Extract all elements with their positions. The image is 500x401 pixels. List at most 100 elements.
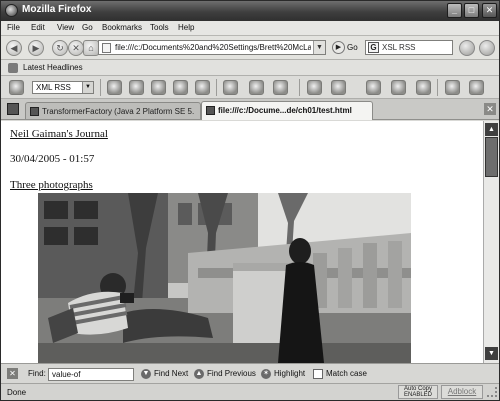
menu-edit[interactable]: Edit [31,23,45,32]
match-case-label: Match case [326,369,367,378]
gear-icon[interactable] [107,80,122,95]
find-input[interactable]: value-of [48,368,134,381]
tab-label: TransformerFactory (Java 2 Platform SE 5… [42,107,194,116]
play-icon[interactable] [416,80,431,95]
forward-icon[interactable]: ▶ [28,40,44,56]
chevron-down-icon[interactable]: ▼ [82,82,93,93]
autocopy-state: ENABLED [403,392,432,398]
info-icon[interactable] [307,80,322,95]
pill-icon[interactable] [249,80,264,95]
minimize-button[interactable]: _ [447,3,462,18]
tab-label: file:///c:/Docume...de/ch01/test.html [218,106,352,115]
browser-window: Mozilla Firefox _ □ ✕ File Edit View Go … [0,0,500,401]
resize-grip-icon[interactable] [487,387,497,397]
search-input[interactable]: G XSL RSS [365,40,453,55]
chevron-down-icon[interactable]: ▼ [313,41,325,54]
page-icon [30,107,39,116]
menu-bar: File Edit View Go Bookmarks Tools Help [1,21,499,36]
speech-bubble-icon[interactable] [173,80,188,95]
brush-icon[interactable] [445,80,460,95]
tab-transformerfactory[interactable]: TransformerFactory (Java 2 Platform SE 5… [25,102,201,119]
go-button[interactable]: ▶ Go [332,40,362,56]
new-tab-icon[interactable] [7,103,19,115]
arrow-down-icon: ▼ [141,369,151,379]
autocopy-status[interactable]: Auto Copy ENABLED [398,385,438,399]
toolbar-divider [100,79,101,96]
find-previous-button[interactable]: ▲ Find Previous [194,368,260,381]
scroll-down-icon[interactable]: ▼ [485,347,498,360]
wrench-icon[interactable] [129,80,144,95]
toolbar-divider [437,79,438,96]
find-bar: ✕ Find: value-of ▼ Find Next ▲ Find Prev… [1,363,499,383]
tab-bar: TransformerFactory (Java 2 Platform SE 5… [1,99,499,120]
close-find-icon[interactable]: ✕ [7,368,18,379]
scroll-thumb[interactable] [485,137,498,177]
close-window-button[interactable]: ✕ [482,3,497,18]
post-title-link[interactable]: Three photographs [10,179,93,191]
menu-bookmarks[interactable]: Bookmarks [102,23,142,32]
find-next-label: Find Next [154,369,189,378]
vertical-scrollbar[interactable]: ▲ ▼ [483,121,499,363]
pencil-icon[interactable] [469,80,484,95]
go-label: Go [347,43,358,52]
flower-icon[interactable] [151,80,166,95]
find-next-button[interactable]: ▼ Find Next [141,368,191,381]
latest-headlines-link[interactable]: Latest Headlines [23,63,83,72]
status-bar: Done Auto Copy ENABLED Adblock [1,383,499,400]
photograph [38,193,411,363]
toolbar-divider [299,79,300,96]
firefox-logo-icon [5,4,18,17]
highlight-label: Highlight [274,369,306,378]
home-icon[interactable]: ⌂ [83,40,99,56]
close-tab-icon[interactable]: ✕ [484,103,496,115]
format-select-value: XML RSS [36,83,71,92]
highlight-button[interactable]: ✶ Highlight [261,368,307,381]
menu-help[interactable]: Help [178,23,194,32]
find-label: Find: [28,369,46,378]
checkbox-icon[interactable] [313,369,323,379]
adblock-status[interactable]: Adblock [441,385,483,399]
search-text[interactable]: XSL RSS [382,43,416,52]
back-icon[interactable]: ◀ [6,40,22,56]
book-icon[interactable] [195,80,210,95]
url-text[interactable]: file:///c:/Documents%20and%20Settings/Br… [115,43,311,52]
post-date: 30/04/2005 - 01:57 [10,153,95,165]
arrow-up-icon: ▲ [194,369,204,379]
stop-icon[interactable]: ✕ [68,40,84,56]
address-bar[interactable]: file:///c:/Documents%20and%20Settings/Br… [98,40,326,55]
dot-icon[interactable] [223,80,238,95]
arrow-left-icon[interactable] [366,80,381,95]
scroll-up-icon[interactable]: ▲ [485,123,498,136]
match-case-checkbox[interactable]: Match case [313,368,369,381]
menu-tools[interactable]: Tools [150,23,169,32]
graduation-cap-icon[interactable] [273,80,288,95]
bookmarks-toolbar: Latest Headlines [1,60,499,76]
tab-test-html[interactable]: file:///c:/Docume...de/ch01/test.html [201,101,373,120]
menu-go[interactable]: Go [82,23,93,32]
extension-icon[interactable] [459,40,475,56]
toolbar-divider [216,79,217,96]
status-text: Done [7,388,27,397]
page-content: Neil Gaiman's Journal 30/04/2005 - 01:57… [1,121,483,363]
bubble-icon[interactable] [331,80,346,95]
menu-file[interactable]: File [7,23,20,32]
journal-link[interactable]: Neil Gaiman's Journal [10,128,108,140]
arrow-right-icon[interactable] [391,80,406,95]
rss-icon [8,63,18,73]
google-icon: G [368,42,379,53]
maximize-button[interactable]: □ [464,3,479,18]
page-icon [102,43,111,53]
page-icon [206,106,215,115]
menu-view[interactable]: View [57,23,74,32]
go-arrow-icon: ▶ [332,41,345,54]
highlight-icon: ✶ [261,369,271,379]
throbber-icon [479,40,495,56]
reload-icon[interactable]: ↻ [52,40,68,56]
extension-toolbar: XML RSS ▼ [1,76,499,99]
navigation-toolbar: ◀ ▶ ↻ ✕ ⌂ file:///c:/Documents%20and%20S… [1,36,499,60]
window-title: Mozilla Firefox [22,4,92,15]
title-bar: Mozilla Firefox _ □ ✕ [1,1,499,21]
format-select[interactable]: XML RSS ▼ [32,81,94,94]
puzzle-icon[interactable] [9,80,24,95]
find-previous-label: Find Previous [207,369,256,378]
